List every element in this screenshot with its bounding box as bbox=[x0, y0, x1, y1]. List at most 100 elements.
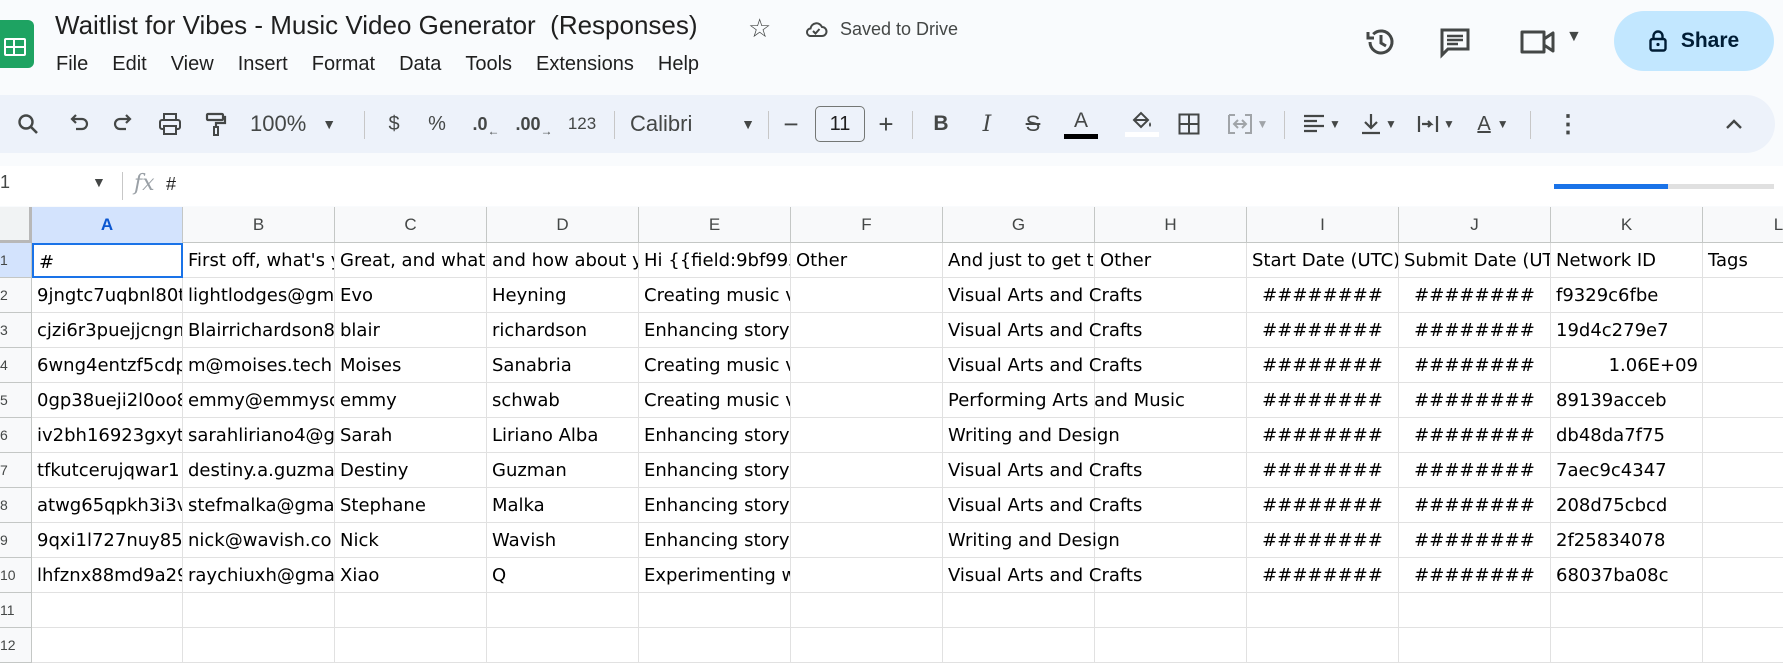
table-cell[interactable]: ######## bbox=[1247, 558, 1399, 593]
table-cell[interactable] bbox=[791, 418, 943, 453]
table-cell[interactable] bbox=[1399, 593, 1551, 628]
table-cell[interactable]: 7aec9c4347 bbox=[1551, 453, 1703, 488]
table-cell[interactable] bbox=[1703, 348, 1783, 383]
table-cell[interactable]: Sarah bbox=[335, 418, 487, 453]
table-cell[interactable]: nick@wavish.co bbox=[183, 523, 335, 558]
table-cell[interactable]: Evo bbox=[335, 278, 487, 313]
table-cell[interactable]: atwg65qpkh3i3v bbox=[32, 488, 183, 523]
table-cell[interactable]: db48da7f75 bbox=[1551, 418, 1703, 453]
table-cell[interactable]: Performing Arts and Music bbox=[943, 383, 1185, 418]
table-cell[interactable] bbox=[1247, 628, 1399, 663]
menu-view[interactable]: View bbox=[170, 52, 215, 76]
table-cell[interactable]: Malka bbox=[487, 488, 639, 523]
text-wrapping-icon[interactable]: ▼ bbox=[1411, 95, 1461, 153]
table-cell[interactable]: blair bbox=[335, 313, 487, 348]
table-cell[interactable]: Creating music videos for artistic bbox=[639, 383, 791, 418]
row-header-4[interactable]: 4 bbox=[0, 348, 32, 383]
increase-font-size-button[interactable]: + bbox=[870, 95, 902, 153]
table-cell[interactable]: 9qxi1l727nuy85 bbox=[32, 523, 183, 558]
spreadsheet-grid[interactable]: A B C D E F G H I J K L 1 # First off, what's y Great, … bbox=[0, 207, 1783, 666]
font-size-input[interactable]: 11 bbox=[815, 106, 865, 142]
currency-format-button[interactable]: $ bbox=[378, 95, 410, 153]
table-cell[interactable]: Visual Arts and Crafts bbox=[943, 313, 1142, 348]
menu-data[interactable]: Data bbox=[398, 52, 442, 76]
menu-insert[interactable]: Insert bbox=[237, 52, 289, 76]
table-cell[interactable]: Xiao bbox=[335, 558, 487, 593]
table-cell[interactable] bbox=[791, 558, 943, 593]
table-cell[interactable]: Writing and Design bbox=[943, 418, 1120, 453]
table-cell[interactable]: cjzi6r3puejjcngm bbox=[32, 313, 183, 348]
table-cell[interactable]: ######## bbox=[1399, 348, 1551, 383]
table-cell[interactable] bbox=[487, 593, 639, 628]
column-header-l[interactable]: L bbox=[1703, 207, 1783, 243]
table-cell[interactable]: 68037ba08c bbox=[1551, 558, 1703, 593]
table-cell[interactable] bbox=[183, 593, 335, 628]
table-cell[interactable]: Enhancing storytelling through vis bbox=[639, 488, 791, 523]
more-formats-button[interactable]: 123 bbox=[562, 95, 602, 153]
table-cell[interactable] bbox=[1095, 383, 1247, 418]
table-cell[interactable]: tfkutcerujqwar1 bbox=[32, 453, 183, 488]
table-cell[interactable] bbox=[1095, 593, 1247, 628]
table-cell[interactable]: lightlodges@gm bbox=[183, 278, 335, 313]
row-header-10[interactable]: 10 bbox=[0, 558, 32, 593]
table-cell[interactable]: m@moises.tech bbox=[183, 348, 335, 383]
menu-edit[interactable]: Edit bbox=[111, 52, 147, 76]
header-cell[interactable]: Start Date (UTC) bbox=[1247, 243, 1399, 278]
table-cell[interactable]: Moises bbox=[335, 348, 487, 383]
table-cell[interactable]: Enhancing storytelling through vis bbox=[639, 523, 791, 558]
table-cell[interactable]: ######## bbox=[1399, 488, 1551, 523]
table-cell[interactable] bbox=[335, 628, 487, 663]
table-cell[interactable] bbox=[183, 628, 335, 663]
merge-cells-icon[interactable]: ▼ bbox=[1220, 95, 1275, 153]
row-header-7[interactable]: 7 bbox=[0, 453, 32, 488]
undo-icon[interactable] bbox=[62, 95, 94, 153]
meet-video-icon[interactable] bbox=[1518, 26, 1558, 58]
column-header-d[interactable]: D bbox=[487, 207, 639, 243]
table-cell[interactable] bbox=[32, 628, 183, 663]
table-cell[interactable]: Visual Arts and Crafts bbox=[943, 558, 1142, 593]
table-cell[interactable]: ######## bbox=[1247, 523, 1399, 558]
more-options-icon[interactable]: ⋮ bbox=[1552, 95, 1584, 153]
table-cell[interactable] bbox=[943, 593, 1095, 628]
vertical-align-icon[interactable]: ▼ bbox=[1354, 95, 1404, 153]
document-title[interactable]: Waitlist for Vibes - Music Video Generat… bbox=[55, 10, 698, 41]
table-cell[interactable]: richardson bbox=[487, 313, 639, 348]
table-cell[interactable] bbox=[639, 593, 791, 628]
table-cell[interactable] bbox=[1703, 313, 1783, 348]
table-cell[interactable] bbox=[791, 383, 943, 418]
column-header-j[interactable]: J bbox=[1399, 207, 1551, 243]
table-cell[interactable]: Creating music videos for artistic bbox=[639, 348, 791, 383]
table-cell[interactable] bbox=[1399, 628, 1551, 663]
table-cell[interactable] bbox=[1095, 348, 1247, 383]
table-cell[interactable] bbox=[1703, 593, 1783, 628]
table-cell[interactable] bbox=[1703, 628, 1783, 663]
table-cell[interactable]: iv2bh16923gxyt bbox=[32, 418, 183, 453]
table-cell[interactable] bbox=[1095, 523, 1247, 558]
table-cell[interactable] bbox=[1095, 558, 1247, 593]
table-cell[interactable] bbox=[791, 278, 943, 313]
header-cell[interactable]: Great, and what' bbox=[335, 243, 487, 278]
table-cell[interactable]: emmy bbox=[335, 383, 487, 418]
table-cell[interactable]: raychiuxh@gma bbox=[183, 558, 335, 593]
table-cell[interactable]: ######## bbox=[1399, 418, 1551, 453]
header-cell[interactable]: Submit Date (UT bbox=[1399, 243, 1551, 278]
row-header-5[interactable]: 5 bbox=[0, 383, 32, 418]
table-cell[interactable]: Liriano Alba bbox=[487, 418, 639, 453]
table-cell[interactable]: Nick bbox=[335, 523, 487, 558]
table-cell[interactable] bbox=[943, 628, 1095, 663]
table-cell[interactable]: ######## bbox=[1247, 488, 1399, 523]
table-cell[interactable] bbox=[1703, 488, 1783, 523]
borders-icon[interactable] bbox=[1173, 95, 1205, 153]
comments-icon[interactable] bbox=[1437, 24, 1473, 60]
fill-color-button[interactable] bbox=[1124, 95, 1160, 153]
menu-help[interactable]: Help bbox=[657, 52, 700, 76]
table-cell[interactable] bbox=[791, 488, 943, 523]
table-cell[interactable]: emmy@emmysc bbox=[183, 383, 335, 418]
table-cell[interactable]: Guzman bbox=[487, 453, 639, 488]
bold-button[interactable]: B bbox=[925, 95, 957, 153]
header-cell[interactable]: Hi {{field:9bf993 bbox=[639, 243, 791, 278]
table-cell[interactable] bbox=[1703, 383, 1783, 418]
table-cell[interactable]: Stephane bbox=[335, 488, 487, 523]
column-header-e[interactable]: E bbox=[639, 207, 791, 243]
table-cell[interactable]: Destiny bbox=[335, 453, 487, 488]
